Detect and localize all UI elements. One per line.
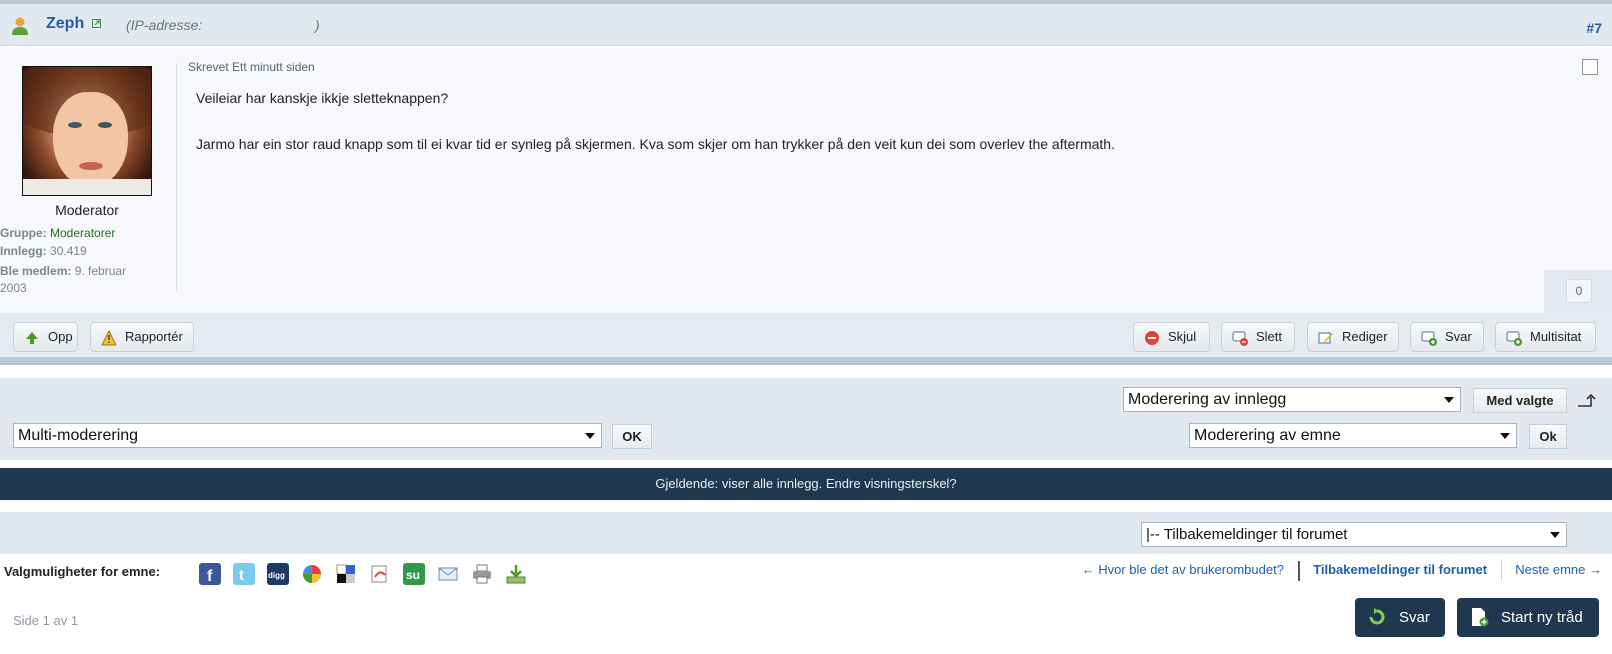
topic-moderation-ok-button[interactable]: Ok <box>1529 424 1567 449</box>
joined-value: 9. februar <box>74 264 127 278</box>
delete-button[interactable]: Slett <box>1221 322 1295 352</box>
chevron-down-icon <box>585 433 595 439</box>
return-arrow-icon[interactable] <box>1577 394 1597 408</box>
email-icon[interactable] <box>437 563 459 585</box>
posts-value: 30.419 <box>50 244 87 258</box>
edit-label: Rediger <box>1342 329 1388 344</box>
external-link-icon[interactable] <box>92 19 101 28</box>
topic-moderation-select[interactable]: Moderering av emne <box>1189 423 1517 448</box>
post-action-bar: Opp Rapportér Skjul Slett Rediger Svar M… <box>0 313 1612 357</box>
post-timestamp: Skrevet Ett minutt siden <box>188 60 315 74</box>
chevron-down-icon <box>1444 397 1454 403</box>
author-joined: Ble medlem: 9. februar <box>0 264 126 278</box>
multi-moderation-select[interactable]: Multi-moderering <box>13 423 602 448</box>
threshold-banner[interactable]: Gjeldende: viser alle innlegg. Endre vis… <box>0 468 1612 500</box>
reply-icon <box>1421 331 1437 346</box>
forum-jump-panel: |-- Tilbakemeldinger til forumet <box>0 512 1612 554</box>
edit-button[interactable]: Rediger <box>1307 322 1399 352</box>
download-icon[interactable] <box>505 563 527 585</box>
svg-text:digg: digg <box>268 571 285 580</box>
print-icon[interactable] <box>471 563 493 585</box>
ip-address-label: (IP-adresse: <box>126 17 203 33</box>
group-label: Gruppe: <box>0 226 47 240</box>
svg-text:f: f <box>207 568 213 585</box>
with-selected-button[interactable]: Med valgte <box>1473 388 1567 413</box>
reply-topic-label: Svar <box>1399 609 1430 626</box>
post-header: Zeph (IP-adresse: ) #7 <box>0 4 1612 46</box>
user-online-icon <box>12 17 28 35</box>
warning-icon <box>101 330 117 346</box>
next-topic-link[interactable]: Neste emne → <box>1515 562 1602 577</box>
up-button[interactable]: Opp <box>13 322 78 352</box>
multi-moderation-ok-button[interactable]: OK <box>612 424 652 449</box>
edit-icon <box>1318 332 1333 344</box>
digg-icon[interactable]: digg <box>267 563 289 585</box>
post-author-name[interactable]: Zeph <box>46 15 84 33</box>
topic-options-label: Valgmuligheter for emne: <box>4 564 161 579</box>
page-indicator: Side 1 av 1 <box>13 613 79 628</box>
report-label: Rapportér <box>125 329 183 344</box>
reply-button[interactable]: Svar <box>1410 322 1484 352</box>
new-thread-button[interactable]: Start ny tråd <box>1457 598 1599 637</box>
current-forum-link[interactable]: Tilbakemeldinger til forumet <box>1313 562 1487 577</box>
posts-label: Innlegg: <box>0 244 47 258</box>
reply-label: Svar <box>1445 329 1472 344</box>
hide-label: Skjul <box>1168 329 1197 344</box>
hide-button[interactable]: Skjul <box>1133 322 1210 352</box>
forum-jump-select[interactable]: |-- Tilbakemeldinger til forumet <box>1141 522 1567 547</box>
multiquote-button[interactable]: Multisitat <box>1495 322 1596 352</box>
delicious-icon[interactable] <box>335 563 357 585</box>
bookmark-icon[interactable] <box>369 563 391 585</box>
chevron-down-icon <box>1550 532 1560 538</box>
group-value[interactable]: Moderatorer <box>50 226 115 240</box>
nav-separator <box>1500 561 1502 581</box>
hide-icon <box>1145 331 1159 345</box>
svg-text:su: su <box>406 568 420 582</box>
reputation-count: 0 <box>1566 279 1592 303</box>
svg-text:t: t <box>239 567 244 584</box>
arrow-up-icon <box>26 332 38 344</box>
report-button[interactable]: Rapportér <box>90 322 194 352</box>
forum-jump-value: |-- Tilbakemeldinger til forumet <box>1146 526 1348 543</box>
topic-navigation: ← Hvor ble det av brukerombudet? Tilbake… <box>1082 561 1602 581</box>
multiquote-icon <box>1506 331 1522 346</box>
post-moderation-value: Moderering av innlegg <box>1128 391 1287 408</box>
up-label: Opp <box>48 329 73 344</box>
new-thread-label: Start ny tråd <box>1501 609 1583 626</box>
post-moderation-select[interactable]: Moderering av innlegg <box>1123 387 1461 412</box>
delete-icon <box>1232 331 1248 346</box>
reply-arrow-icon <box>1369 608 1385 625</box>
twitter-icon[interactable]: t <box>233 563 255 585</box>
avatar[interactable] <box>22 66 152 196</box>
reply-topic-button[interactable]: Svar <box>1355 598 1445 637</box>
google-icon[interactable] <box>301 563 323 585</box>
author-joined-year: 2003 <box>0 281 27 295</box>
multiquote-label: Multisitat <box>1530 329 1582 344</box>
select-post-checkbox[interactable] <box>1582 59 1598 75</box>
delete-label: Slett <box>1256 329 1283 344</box>
author-posts: Innlegg: 30.419 <box>0 244 87 258</box>
author-group: Gruppe: Moderatorer <box>0 226 115 240</box>
topic-moderation-value: Moderering av emne <box>1194 427 1341 444</box>
joined-label: Ble medlem: <box>0 264 72 278</box>
moderation-panel: Moderering av innlegg Med valgte Multi-m… <box>0 378 1612 460</box>
post-divider <box>176 63 177 291</box>
post-body: Moderator Gruppe: Moderatorer Innlegg: 3… <box>0 47 1612 313</box>
chevron-down-icon <box>1500 433 1510 439</box>
author-rank: Moderator <box>55 202 119 218</box>
ip-address-close: ) <box>315 17 320 33</box>
new-document-icon <box>1472 608 1489 627</box>
stumbleupon-icon[interactable]: su <box>403 563 425 585</box>
post-number-link[interactable]: #7 <box>1586 20 1602 36</box>
multi-moderation-value: Multi-moderering <box>18 427 139 444</box>
section-separator <box>0 357 1612 365</box>
post-message-line: Veileiar har kanskje ikkje sletteknappen… <box>196 90 449 106</box>
facebook-icon[interactable]: f <box>199 563 221 585</box>
nav-separator <box>1297 561 1300 581</box>
previous-topic-link[interactable]: ← Hvor ble det av brukerombudet? <box>1082 562 1284 577</box>
post-message-line: Jarmo har ein stor raud knapp som til ei… <box>196 136 1115 152</box>
